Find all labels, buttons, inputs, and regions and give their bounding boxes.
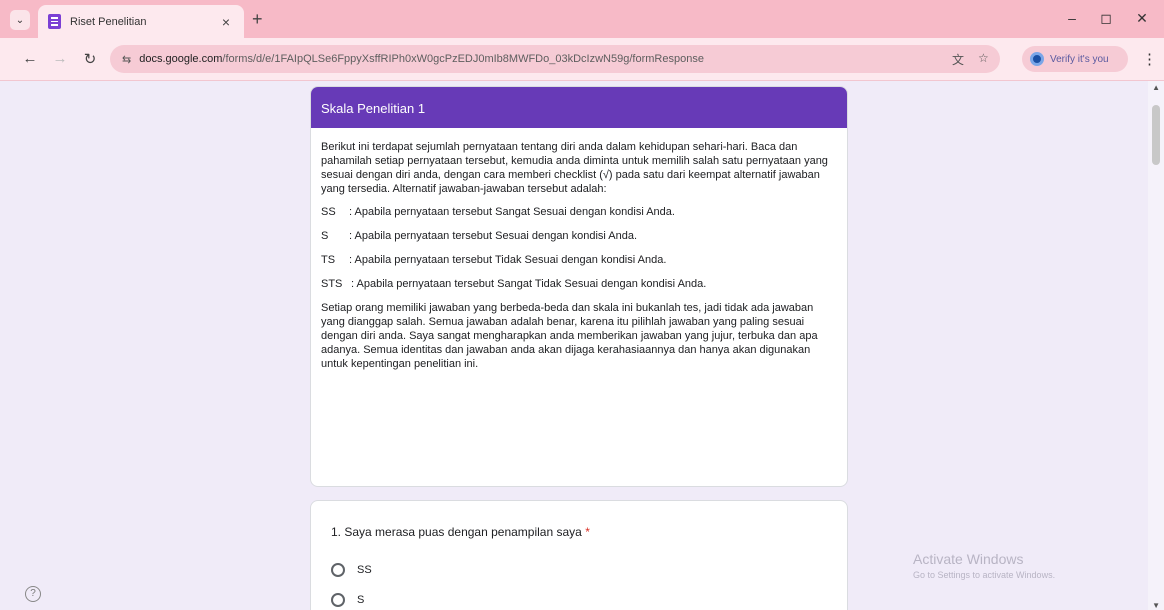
- question-text: 1. Saya merasa puas dengan penampilan sa…: [331, 525, 582, 539]
- scroll-down-icon[interactable]: ▼: [1152, 601, 1160, 610]
- scale-desc: : Apabila pernyataan tersebut Tidak Sesu…: [349, 254, 667, 266]
- option-label: SS: [357, 564, 372, 576]
- scale-abbr: TS: [321, 254, 336, 266]
- browser-toolbar: ← → ↻ ⇆ docs.google.com/forms/d/e/1FAIpQ…: [0, 38, 1164, 81]
- scale-abbr: SS: [321, 206, 336, 218]
- back-icon[interactable]: ←: [20, 50, 40, 67]
- scroll-thumb[interactable]: [1152, 105, 1160, 165]
- minimize-icon[interactable]: –: [1062, 10, 1082, 26]
- option-ss[interactable]: SS: [331, 563, 829, 577]
- browser-menu-icon[interactable]: ⋮: [1142, 50, 1157, 68]
- avatar: [1030, 52, 1044, 66]
- page-viewport: Skala Penelitian 1 Berikut ini terdapat …: [0, 81, 1164, 610]
- option-label: S: [357, 594, 365, 606]
- bookmark-star-icon[interactable]: ☆: [978, 51, 989, 65]
- question-title: 1. Saya merasa puas dengan penampilan sa…: [331, 525, 829, 539]
- url-path: /forms/d/e/1FAIpQLSe6FppyXsffRIPh0xW0gcP…: [222, 53, 704, 65]
- activate-windows-watermark: Activate Windows Go to Settings to activ…: [913, 551, 1055, 580]
- intro-text: Berikut ini terdapat sejumlah pernyataan…: [321, 141, 828, 195]
- scale-item-s: S : Apabila pernyataan tersebut Sesuai d…: [321, 229, 837, 243]
- section-card: Skala Penelitian 1 Berikut ini terdapat …: [310, 86, 848, 487]
- tab-search-button[interactable]: ⌄: [10, 10, 30, 30]
- tab-title: Riset Penelitian: [70, 15, 147, 28]
- scale-abbr: S: [321, 230, 329, 242]
- scroll-up-icon[interactable]: ▲: [1152, 83, 1160, 92]
- option-s[interactable]: S: [331, 593, 829, 607]
- forward-icon[interactable]: →: [50, 50, 70, 67]
- new-tab-button[interactable]: +: [252, 9, 263, 30]
- required-asterisk: *: [585, 525, 590, 539]
- scale-desc: : Apabila pernyataan tersebut Sesuai den…: [349, 230, 638, 242]
- section-description: Berikut ini terdapat sejumlah pernyataan…: [311, 128, 847, 371]
- radio-button[interactable]: [331, 593, 345, 607]
- site-info-icon[interactable]: ⇆: [122, 53, 131, 66]
- scale-desc: : Apabila pernyataan tersebut Sangat Ses…: [349, 206, 675, 218]
- scale-item-sts: STS : Apabila pernyataan tersebut Sangat…: [321, 277, 837, 291]
- url-text: docs.google.com/forms/d/e/1FAIpQLSe6Fppy…: [139, 53, 704, 65]
- scrollbar[interactable]: ▲ ▼: [1148, 81, 1164, 610]
- window-close-icon[interactable]: ✕: [1132, 10, 1152, 27]
- radio-button[interactable]: [331, 563, 345, 577]
- closing-text: Setiap orang memiliki jawaban yang berbe…: [321, 302, 818, 370]
- profile-label: Verify it's you: [1050, 53, 1109, 65]
- tab-close-icon[interactable]: ×: [218, 14, 234, 30]
- profile-button[interactable]: Verify it's you: [1022, 46, 1128, 72]
- translate-icon[interactable]: 文: [952, 51, 964, 68]
- reload-icon[interactable]: ↻: [80, 50, 100, 68]
- google-forms-icon: [48, 14, 61, 29]
- help-icon[interactable]: ?: [25, 586, 41, 602]
- scale-abbr: STS: [321, 278, 343, 290]
- restore-icon[interactable]: ◻: [1096, 10, 1116, 27]
- scale-desc: : Apabila pernyataan tersebut Sangat Tid…: [351, 278, 707, 290]
- watermark-title: Activate Windows: [913, 551, 1024, 567]
- address-bar[interactable]: ⇆ docs.google.com/forms/d/e/1FAIpQLSe6Fp…: [110, 45, 1000, 73]
- scale-item-ts: TS : Apabila pernyataan tersebut Tidak S…: [321, 253, 837, 267]
- scale-item-ss: SS : Apabila pernyataan tersebut Sangat …: [321, 205, 837, 219]
- section-title: Skala Penelitian 1: [311, 87, 847, 128]
- tab-strip: ⌄ Riset Penelitian × + – ◻ ✕: [0, 0, 1164, 38]
- url-host: docs.google.com: [139, 53, 223, 65]
- tab-riset-penelitian[interactable]: Riset Penelitian ×: [38, 5, 244, 38]
- question-card-1: 1. Saya merasa puas dengan penampilan sa…: [310, 500, 848, 610]
- watermark-subtitle: Go to Settings to activate Windows.: [913, 570, 1056, 580]
